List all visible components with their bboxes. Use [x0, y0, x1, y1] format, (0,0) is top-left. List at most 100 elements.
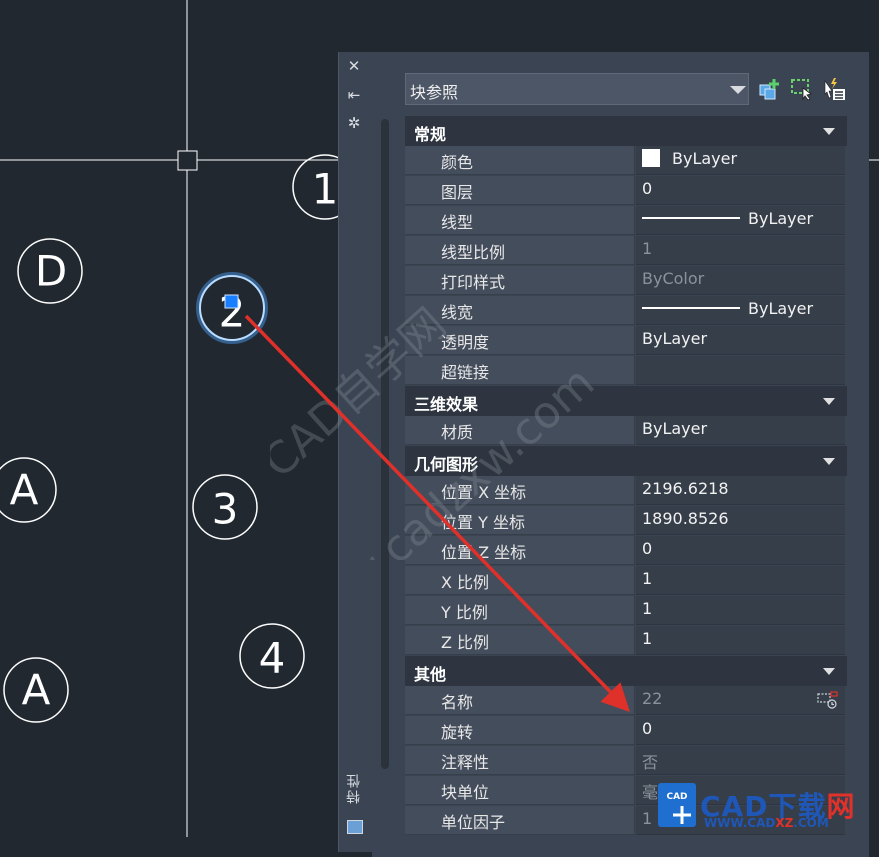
- chevron-down-icon[interactable]: [823, 128, 835, 135]
- axis-bubble[interactable]: A: [3, 657, 69, 723]
- property-row[interactable]: 透明度 ByLayer: [405, 326, 847, 356]
- selected-axis-bubble[interactable]: 2: [196, 272, 268, 344]
- palette-title: 特性: [346, 772, 362, 804]
- properties-table: 常规 颜色 ByLayer 图层 0 线型 ByLayer 线型比例 1 打印样式 ByColor 线…: [405, 116, 847, 836]
- property-value-text: ByLayer: [672, 149, 738, 168]
- toggle-pickadd-icon[interactable]: [758, 77, 782, 101]
- property-value[interactable]: 1: [636, 236, 845, 265]
- close-icon[interactable]: ✕: [345, 57, 363, 75]
- scrollbar[interactable]: [381, 119, 389, 769]
- palette-title-strip: ✕ ⇤ ✲ 特性: [339, 52, 370, 852]
- color-swatch: [642, 149, 660, 167]
- property-value-text: ByLayer: [642, 419, 708, 438]
- property-row[interactable]: 位置 X 坐标 2196.6218: [405, 476, 847, 506]
- site-logo: CAD CAD下载网 WWW.CADXZ.COM: [654, 783, 869, 833]
- property-row[interactable]: Y 比例 1: [405, 596, 847, 626]
- chevron-down-icon[interactable]: [823, 398, 835, 405]
- property-name: 位置 Z 坐标: [405, 536, 635, 565]
- category-header[interactable]: 其他: [405, 656, 847, 686]
- property-value-text: 1: [642, 809, 653, 828]
- category-header[interactable]: 常规: [405, 116, 847, 146]
- property-value[interactable]: ByLayer: [636, 416, 845, 445]
- property-row[interactable]: 位置 Z 坐标 0: [405, 536, 847, 566]
- bubble-label: A: [10, 466, 39, 515]
- category-header[interactable]: 三维效果: [405, 386, 847, 416]
- property-value[interactable]: 0: [636, 716, 845, 745]
- property-value-text: 22: [642, 689, 663, 708]
- chevron-down-icon[interactable]: [823, 668, 835, 675]
- property-name: 位置 X 坐标: [405, 476, 635, 505]
- grip-handle[interactable]: [224, 294, 239, 309]
- crosshair-pickbox[interactable]: [177, 150, 198, 171]
- property-value-text: 否: [642, 753, 659, 772]
- logo-url-prefix: WWW.CAD: [704, 816, 776, 830]
- property-row[interactable]: 位置 Y 坐标 1890.8526: [405, 506, 847, 536]
- property-name: 透明度: [405, 326, 635, 355]
- property-value[interactable]: 0: [636, 536, 845, 565]
- bubble-label: D: [35, 247, 67, 296]
- property-row[interactable]: 线宽 ByLayer: [405, 296, 847, 326]
- crosshair-icon: [673, 806, 691, 824]
- property-value-text: 0: [642, 179, 653, 198]
- property-row[interactable]: 颜色 ByLayer: [405, 146, 847, 176]
- property-value-text: ByLayer: [642, 329, 708, 348]
- property-name: 材质: [405, 416, 635, 445]
- object-type-value: 块参照: [410, 83, 459, 102]
- property-row[interactable]: X 比例 1: [405, 566, 847, 596]
- select-objects-icon[interactable]: [790, 77, 814, 101]
- property-name: 线型: [405, 206, 635, 235]
- property-value-text: ByColor: [642, 269, 705, 288]
- property-value[interactable]: ByLayer: [636, 146, 845, 175]
- category-header[interactable]: 几何图形: [405, 446, 847, 476]
- property-value-text: 0: [642, 539, 653, 558]
- property-value[interactable]: 22: [636, 686, 845, 715]
- block-editor-icon[interactable]: [817, 691, 839, 709]
- property-row[interactable]: 材质 ByLayer: [405, 416, 847, 446]
- linetype-preview: [642, 307, 740, 309]
- property-value[interactable]: 1: [636, 596, 845, 625]
- property-row[interactable]: 打印样式 ByColor: [405, 266, 847, 296]
- auto-hide-icon[interactable]: ⇤: [345, 86, 363, 104]
- property-value[interactable]: 否: [636, 746, 845, 775]
- axis-bubble[interactable]: 3: [192, 474, 258, 540]
- property-value-text: 1: [642, 569, 653, 588]
- property-value[interactable]: 1: [636, 566, 845, 595]
- property-row[interactable]: 超链接: [405, 356, 847, 386]
- object-type-dropdown[interactable]: 块参照: [405, 73, 749, 105]
- category-label: 其他: [414, 665, 447, 684]
- property-value[interactable]: ByColor: [636, 266, 845, 295]
- property-value-text: 0: [642, 719, 653, 738]
- axis-bubble[interactable]: A: [0, 457, 57, 523]
- settings-icon[interactable]: ✲: [345, 114, 363, 132]
- property-name: 名称: [405, 686, 635, 715]
- property-value[interactable]: ByLayer: [636, 326, 845, 355]
- logo-badge: CAD: [658, 783, 696, 827]
- axis-bubble[interactable]: D: [17, 238, 83, 304]
- property-value[interactable]: 0: [636, 176, 845, 205]
- property-value[interactable]: ByLayer: [636, 206, 845, 235]
- property-row[interactable]: Z 比例 1: [405, 626, 847, 656]
- property-value-text: 2196.6218: [642, 479, 729, 498]
- property-value[interactable]: 1890.8526: [636, 506, 845, 535]
- property-row[interactable]: 线型比例 1: [405, 236, 847, 266]
- property-value[interactable]: 1: [636, 626, 845, 655]
- chevron-down-icon: [730, 86, 746, 94]
- property-value-text: 1: [642, 629, 653, 648]
- property-name: 线型比例: [405, 236, 635, 265]
- axis-bubble[interactable]: 4: [239, 623, 305, 689]
- palette-body: 块参照 常规 颜色 ByLayer 图层 0 线型 ByLayer 线型比例 1 打印样式 ByCo…: [372, 57, 869, 857]
- property-row[interactable]: 旋转 0: [405, 716, 847, 746]
- property-value[interactable]: 2196.6218: [636, 476, 845, 505]
- chevron-down-icon[interactable]: [823, 458, 835, 465]
- property-value[interactable]: ByLayer: [636, 296, 845, 325]
- property-row[interactable]: 注释性否: [405, 746, 847, 776]
- property-name: 旋转: [405, 716, 635, 745]
- property-value[interactable]: [636, 356, 845, 385]
- property-row[interactable]: 图层 0: [405, 176, 847, 206]
- category-label: 几何图形: [414, 455, 479, 474]
- logo-url-mid: XZ: [775, 816, 794, 830]
- property-row[interactable]: 名称 22: [405, 686, 847, 716]
- quick-select-icon[interactable]: [822, 77, 846, 101]
- property-row[interactable]: 线型 ByLayer: [405, 206, 847, 236]
- logo-main-suffix: 网: [826, 790, 856, 823]
